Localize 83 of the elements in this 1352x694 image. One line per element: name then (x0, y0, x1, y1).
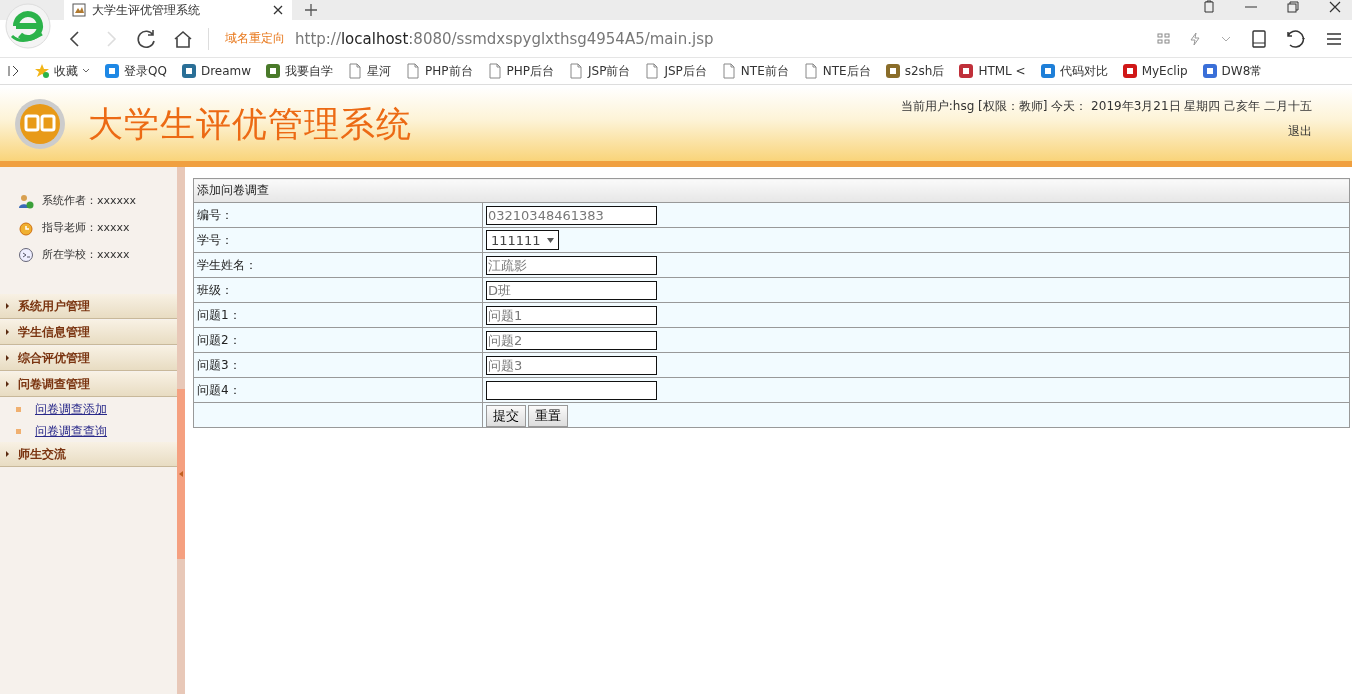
page-icon (644, 63, 661, 79)
menu-section-header[interactable]: 师生交流 (0, 442, 177, 467)
bookmark-link[interactable]: JSP前台 (568, 62, 631, 80)
field-label: 学生姓名： (197, 257, 257, 272)
page-icon (405, 63, 422, 79)
undo-icon[interactable] (1286, 29, 1308, 48)
redirect-label: 域名重定向 (225, 30, 285, 47)
restore-icon[interactable] (1286, 0, 1300, 14)
caret-right-icon (5, 380, 10, 388)
dropdown-arrow-icon (546, 237, 554, 243)
bookmark-link[interactable]: NTE后台 (802, 62, 871, 80)
chevron-down-icon (82, 67, 90, 75)
bookmark-link[interactable]: PHP前台 (405, 62, 473, 80)
input-field[interactable]: 问题1 (486, 305, 657, 325)
input-field[interactable]: 问题3 (486, 355, 657, 375)
bookmark-link[interactable]: JSP后台 (644, 62, 707, 80)
bookmark-link[interactable]: 星河 (347, 62, 392, 80)
info-text: 所在学校：xxxxx (42, 247, 130, 262)
field-label: 编号： (197, 207, 233, 222)
menu-icon[interactable] (1326, 30, 1342, 47)
field-label: 问题3： (197, 357, 241, 372)
menu-section-header[interactable]: 系统用户管理 (0, 294, 177, 319)
info-text: 系统作者：xxxxxx (42, 193, 137, 208)
bookmark-link[interactable]: 我要自学 (265, 62, 334, 80)
user-info-text: 当前用户:hsg [权限：教师] 今天： 2019年3月21日 星期四 己亥年 二月十五 (900, 98, 1312, 115)
menu-section-header[interactable]: 综合评优管理 (0, 346, 177, 371)
page-icon (568, 63, 585, 79)
page-icon (720, 63, 737, 79)
sidebar-toggle-icon[interactable] (8, 64, 20, 78)
page-favicon-icon (72, 3, 86, 17)
bookmark-link[interactable]: 登录QQ (104, 62, 167, 80)
caret-right-icon (5, 354, 10, 362)
input-field[interactable]: 03210348461383 (486, 205, 657, 225)
close-window-icon[interactable] (1328, 0, 1342, 14)
bookmark-link[interactable]: s2sh后 (884, 62, 945, 80)
bookmark-link[interactable]: DW8常 (1201, 62, 1263, 80)
browser-tab[interactable]: 大学生评优管理系统 (64, 0, 292, 20)
menu-link[interactable]: 问卷调查查询 (35, 422, 107, 440)
tablet-icon[interactable] (1250, 29, 1268, 48)
field-label: 学号： (197, 232, 233, 247)
logout-link[interactable]: 退出 (1288, 123, 1312, 140)
bookmark-link[interactable]: Dreamw (180, 63, 252, 79)
select-dropdown[interactable]: 111111 (486, 230, 559, 250)
caret-right-icon (5, 328, 10, 336)
input-field[interactable] (486, 380, 657, 400)
form-button[interactable]: 提交 (486, 405, 526, 427)
page-icon (486, 63, 503, 79)
address-field[interactable]: http://localhost:8080/ssmdxspyglxthsg4954A5/main.jsp (295, 29, 714, 48)
bookmark-link[interactable]: NTE前台 (720, 62, 789, 80)
input-field[interactable]: D班 (486, 280, 657, 300)
info-text: 指导老师：xxxxx (42, 220, 130, 235)
menu-section-header[interactable]: 问卷调查管理 (0, 372, 177, 397)
new-tab-icon[interactable] (304, 3, 318, 17)
reload-icon[interactable] (136, 27, 158, 50)
form-button[interactable]: 重置 (528, 405, 568, 427)
close-icon (272, 4, 284, 16)
bookmark-link[interactable]: HTML < (958, 63, 1026, 79)
app-logo-icon (14, 98, 66, 150)
bookmark-link[interactable]: PHP后台 (486, 62, 555, 80)
page-icon (802, 63, 819, 79)
bullet-icon (16, 406, 21, 412)
bookmark-link[interactable]: 代码对比 (1039, 62, 1108, 80)
field-label: 班级： (197, 282, 233, 297)
page-icon (347, 63, 364, 79)
alarm-clock-icon (18, 219, 34, 236)
input-field[interactable]: 江疏影 (486, 255, 657, 275)
field-label: 问题4： (197, 382, 241, 397)
field-label: 问题2： (197, 332, 241, 347)
form-title: 添加问卷调查 (197, 183, 269, 197)
menu-section-header[interactable]: 学生信息管理 (0, 320, 177, 345)
menu-link[interactable]: 问卷调查添加 (35, 400, 107, 418)
caret-right-icon (5, 450, 10, 458)
app-title: 大学生评优管理系统 (88, 102, 412, 146)
lightning-icon[interactable] (1188, 31, 1202, 46)
bullet-icon (16, 428, 21, 434)
input-field[interactable]: 问题2 (486, 330, 657, 350)
star-icon (34, 63, 50, 79)
caret-right-icon (5, 302, 10, 310)
collapse-arrow-icon (178, 470, 184, 478)
users-icon (18, 192, 34, 209)
bookmark-link[interactable]: 收藏 (34, 62, 90, 80)
field-label: 问题1： (197, 307, 241, 322)
bookmark-link[interactable]: MyEclip (1121, 63, 1188, 79)
